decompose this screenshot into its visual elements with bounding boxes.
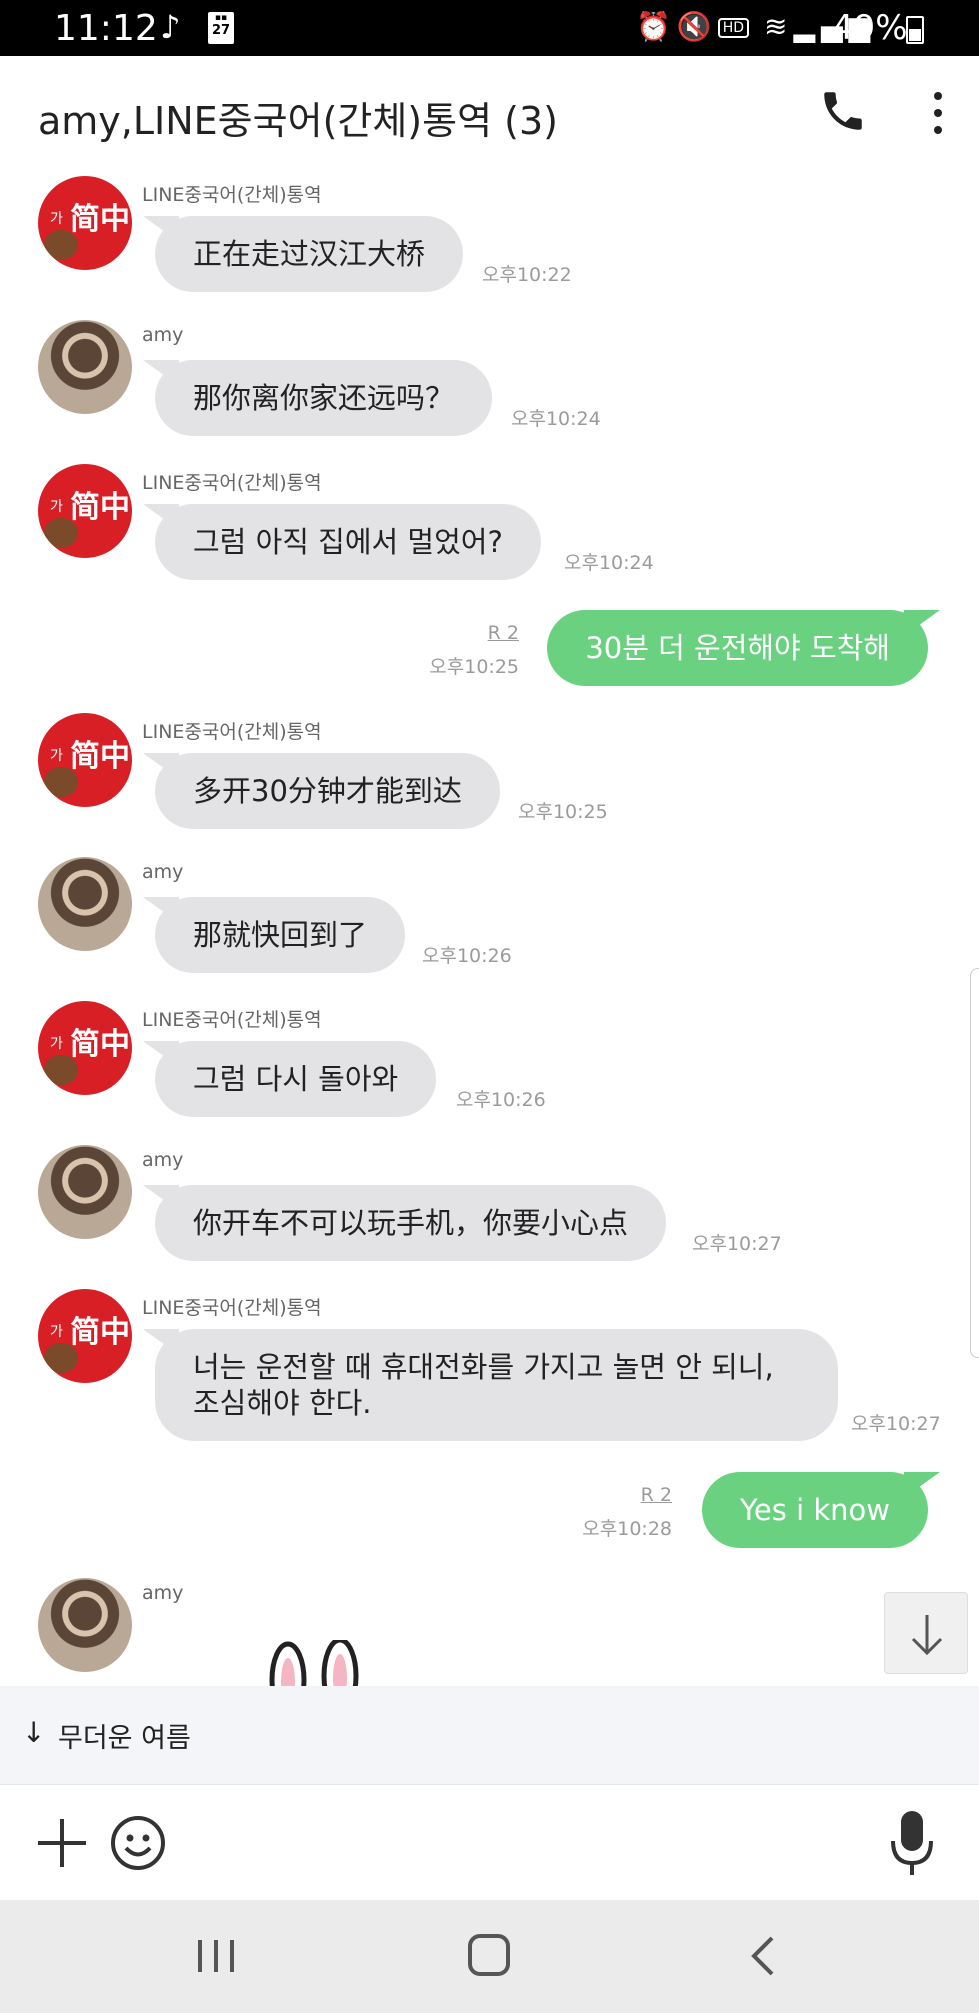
battery-percent: 49% [832,8,908,48]
message-time: 오후10:22 [482,264,572,286]
emoji-icon[interactable] [110,1815,166,1871]
message-time: 오후10:24 [511,408,601,430]
message-time: 오후10:25 [518,801,608,823]
read-count: R 2 [487,622,519,644]
message-time: 오후10:27 [692,1233,782,1255]
status-time: 11:12 [54,8,158,49]
bot-avatar[interactable]: 가 简中 [38,1289,132,1383]
message-bubble[interactable]: 그럼 아직 집에서 멀었어? [155,504,541,580]
music-note-icon: ♪ [160,8,181,46]
message-bubble[interactable]: 너는 운전할 때 휴대전화를 가지고 놀면 안 되니, 조심해야 한다. [155,1329,838,1441]
calendar-icon: ▪▪ 27 [208,12,234,44]
message-bubble[interactable]: 正在走过汉江大桥 [155,216,464,292]
read-count: R 2 [640,1484,672,1506]
sender-name: LINE중국어(간체)통역 [142,184,322,206]
amy-avatar[interactable] [38,1145,132,1239]
message-bubble[interactable]: 你开车不可以玩手机，你要小心点 [155,1185,667,1261]
bot-avatar[interactable]: 가 简中 [38,176,132,270]
plus-icon[interactable] [36,1817,88,1869]
mic-icon[interactable] [888,1809,936,1875]
hd-icon: HD [717,18,750,38]
message-time: 오후10:28 [582,1518,672,1540]
mute-icon: 🔇 [676,10,718,43]
system-nav-bar [0,1900,979,2013]
message-bubble[interactable]: Yes i know [702,1472,928,1548]
recent-apps-icon[interactable] [194,1936,238,1976]
message-bubble[interactable]: 那你离你家还远吗？ [155,360,493,436]
bot-avatar[interactable]: 가 简中 [38,464,132,558]
sender-name: amy [142,1582,184,1604]
arrow-down-icon [911,1615,943,1656]
message-bubble[interactable]: 30분 더 운전해야 도착해 [547,610,928,686]
sender-name: amy [142,861,184,883]
message-bubble[interactable]: 那就快回到了 [155,897,406,973]
home-icon[interactable] [468,1934,510,1976]
message-time: 오후10:26 [422,945,512,967]
message-time: 오후10:24 [564,552,654,574]
arrow-down-icon: ↓ [22,1716,46,1749]
message-input-bar [0,1784,979,1900]
battery-icon [906,16,924,44]
amy-avatar[interactable] [38,1578,132,1672]
sender-name: LINE중국어(간체)통역 [142,721,322,743]
message-bubble[interactable]: 多开30分钟才能到达 [155,753,500,829]
more-vert-icon[interactable] [926,88,950,138]
message-time: 오후10:25 [429,656,519,678]
scroll-indicator[interactable] [970,968,979,1358]
message-time: 오후10:26 [456,1089,546,1111]
chat-area[interactable]: 가 简中 LINE중국어(간체)통역 正在走过汉江大桥 오후10:22 amy 那… [0,176,979,1686]
sticker-preview-bar[interactable]: ↓ 무더운 여름 [0,1686,979,1784]
amy-avatar[interactable] [38,857,132,951]
sticker-name: 무더운 여름 [58,1723,191,1754]
wifi-icon: ≋ [763,10,794,43]
bot-avatar[interactable]: 가 简中 [38,1001,132,1095]
sender-name: LINE중국어(간체)통역 [142,1009,322,1031]
status-bar: 11:12 ♪ ▪▪ 27 ⏰🔇 HD ≋▂▄▆ 49% [0,0,979,56]
message-time: 오후10:27 [851,1413,941,1435]
amy-avatar[interactable] [38,320,132,414]
chat-header: amy,LINE중국어(간체)통역 (3) [0,56,979,176]
sender-name: LINE중국어(간체)통역 [142,472,322,494]
sender-name: LINE중국어(간체)통역 [142,1297,322,1319]
bot-avatar[interactable]: 가 简中 [38,713,132,807]
scroll-to-bottom-button[interactable] [884,1592,968,1674]
chat-title: amy,LINE중국어(간체)통역 (3) [38,99,558,143]
message-bubble[interactable]: 그럼 다시 돌아와 [155,1041,437,1117]
back-icon[interactable] [748,1934,776,1978]
sender-name: amy [142,1149,184,1171]
sender-name: amy [142,324,184,346]
phone-icon[interactable] [818,86,868,136]
alarm-icon: ⏰ [636,10,677,43]
